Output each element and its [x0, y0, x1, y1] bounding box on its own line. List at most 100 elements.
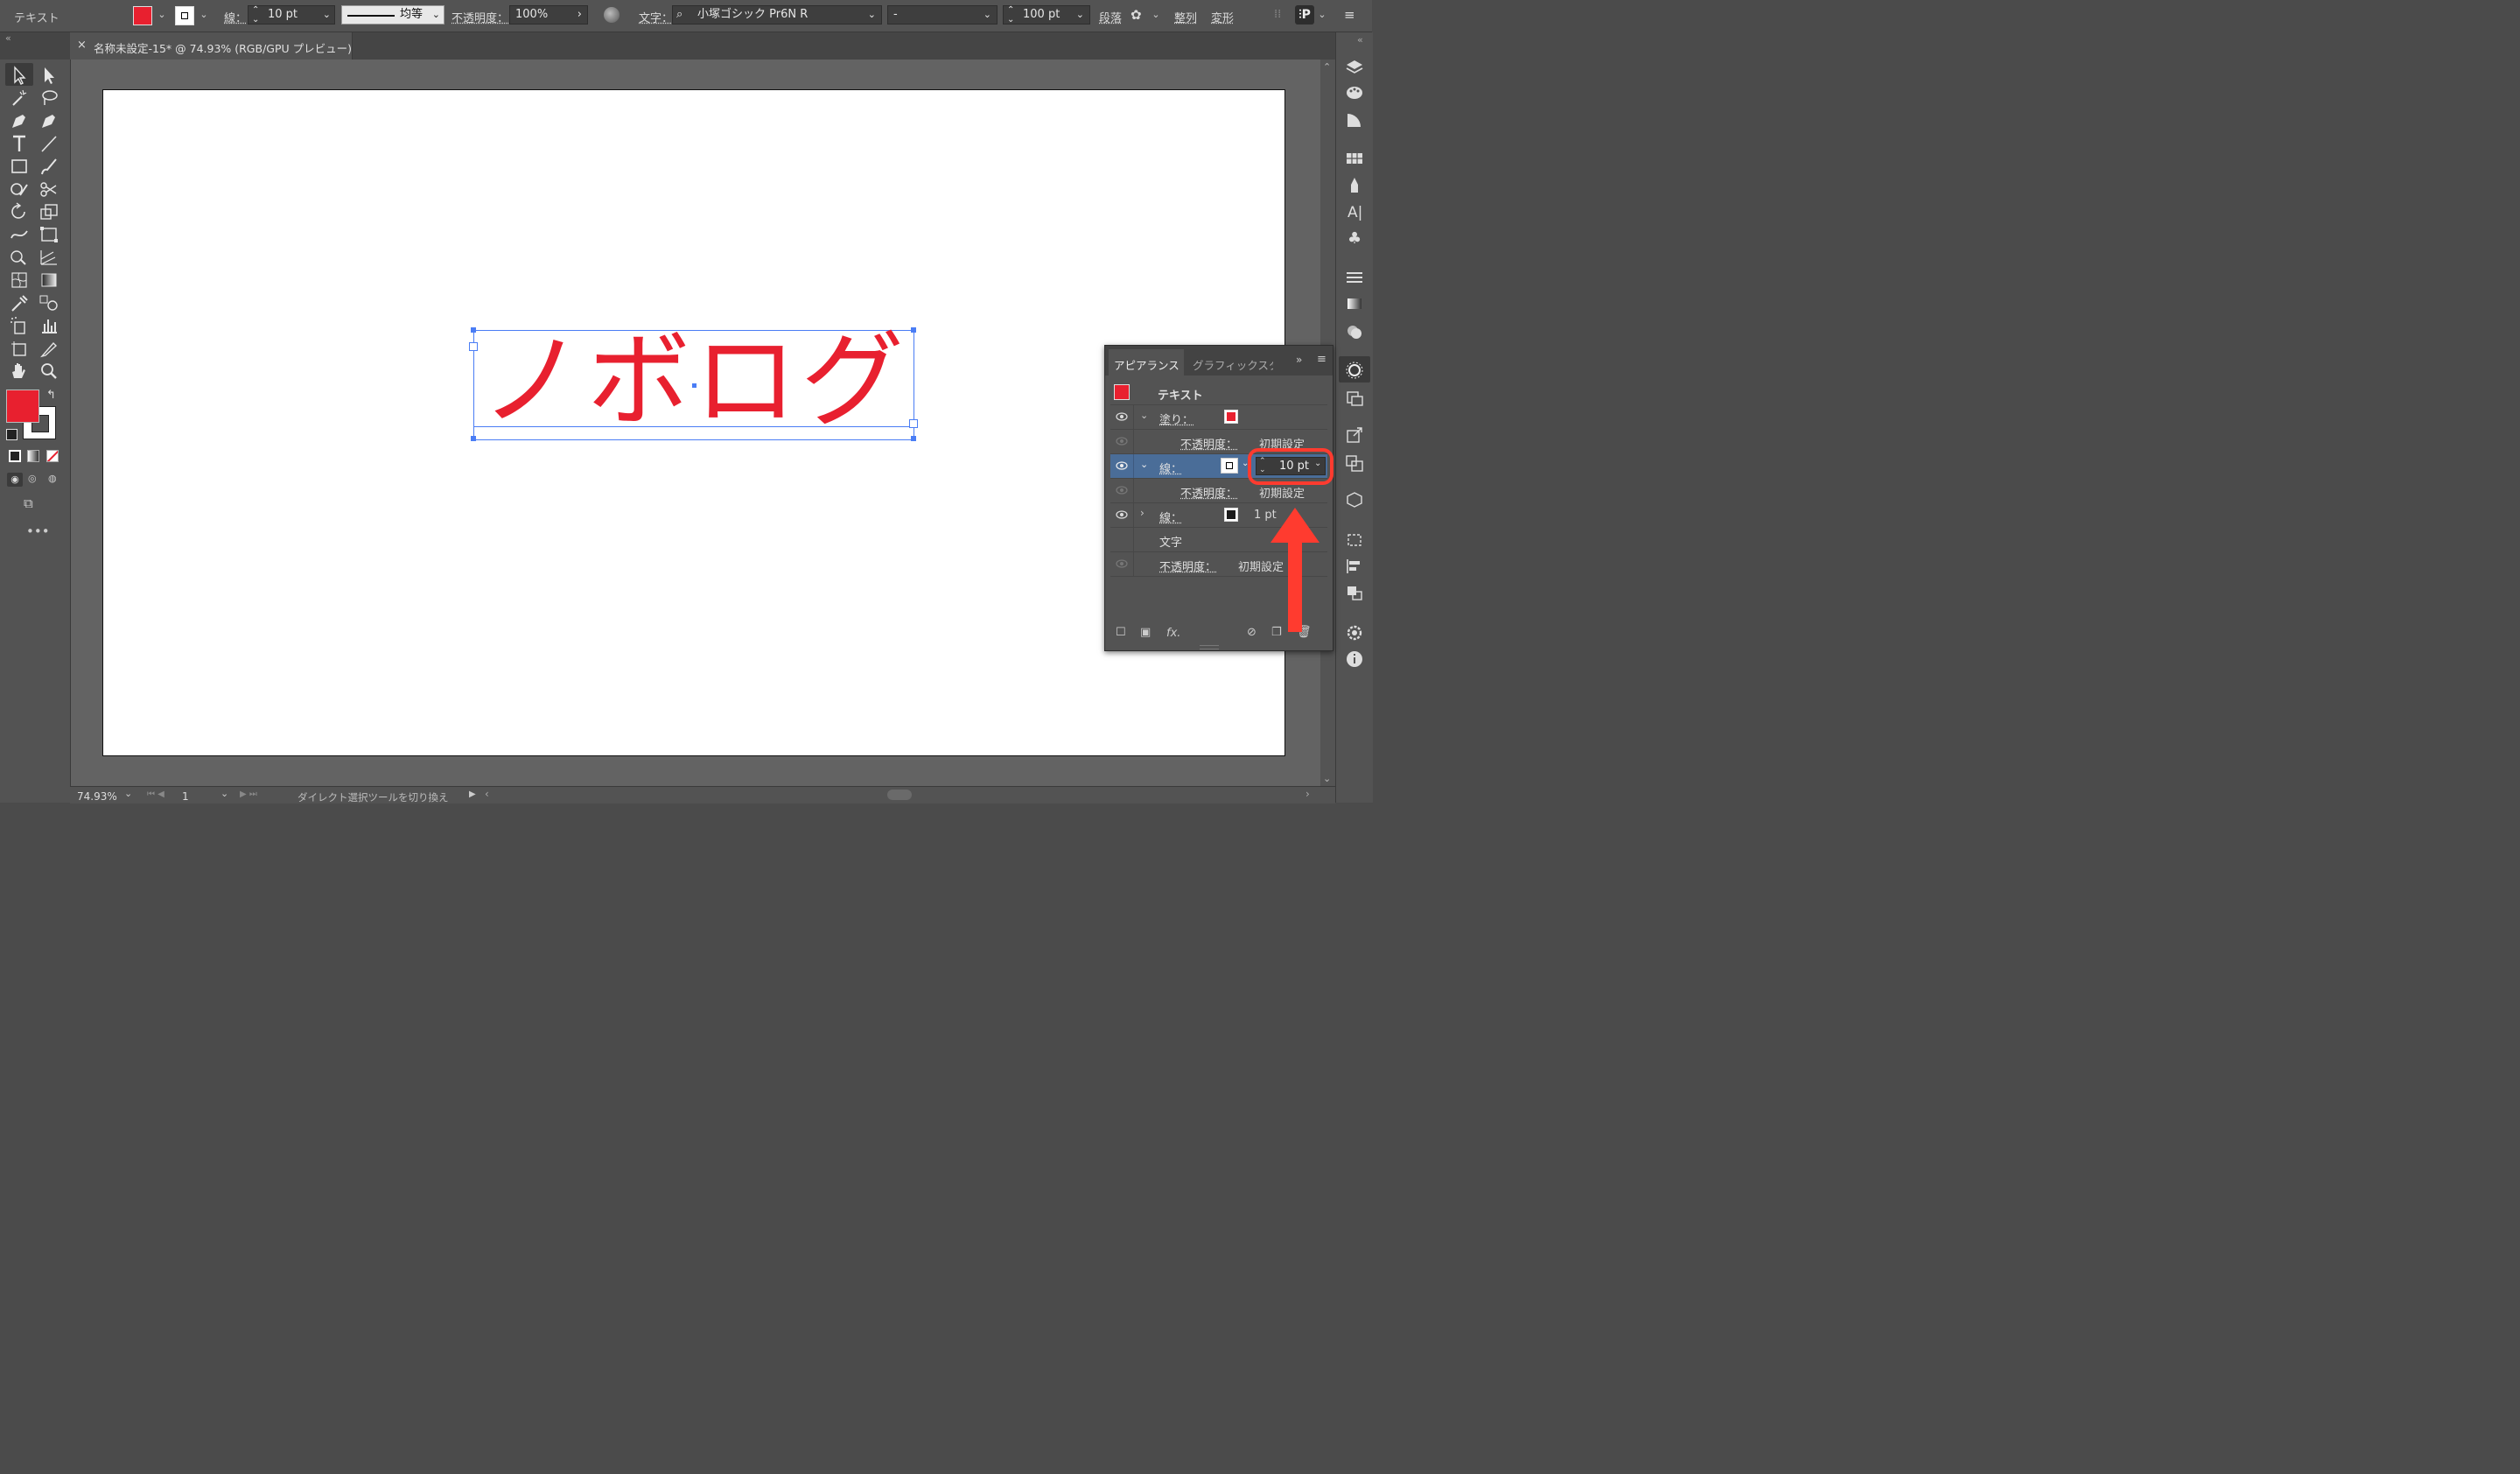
fill-color-box[interactable] [6, 390, 39, 423]
stroke-panel-icon[interactable] [1343, 267, 1366, 288]
first-artboard-icon[interactable]: ⏮ ◀ [147, 790, 164, 799]
properties-gear-icon[interactable] [1343, 622, 1366, 643]
chevron-down-icon[interactable]: ⌄ [1140, 459, 1148, 470]
magic-wand-tool-icon[interactable] [8, 88, 31, 109]
visibility-eye-icon[interactable] [1116, 559, 1128, 568]
screen-mode-icon[interactable]: ⧉ [24, 495, 33, 511]
visibility-eye-icon[interactable] [1116, 437, 1128, 446]
scissors-tool-icon[interactable] [38, 179, 60, 200]
slice-tool-icon[interactable] [38, 338, 60, 359]
arrange-panel-icon[interactable] [1343, 582, 1366, 603]
text-content[interactable]: ノボログ [473, 319, 914, 442]
document-tab[interactable]: × 名称未設定-15* @ 74.93% (RGB/GPU プレビュー) [70, 32, 353, 60]
handle-bottom-left[interactable] [471, 436, 476, 441]
paintbrush-tool-icon[interactable] [38, 156, 60, 177]
fill-opacity-label[interactable]: 不透明度： [1180, 435, 1237, 452]
chevron-down-icon[interactable]: ⌄ [323, 6, 331, 24]
collapse-dock-icon[interactable]: « [1357, 34, 1363, 46]
fill-color-chip[interactable] [1224, 410, 1238, 424]
eyedropper-tool-icon[interactable] [8, 292, 31, 313]
handle-bottom-right[interactable] [911, 436, 916, 441]
isolate-icon[interactable]: ⁞⁞ [1274, 8, 1281, 21]
transform-link[interactable]: 変形 [1211, 9, 1234, 25]
line-tool-icon[interactable] [38, 133, 60, 154]
swap-fill-stroke-icon[interactable]: ↰ [46, 389, 56, 402]
lasso-tool-icon[interactable] [38, 88, 60, 109]
width-tool-icon[interactable] [8, 224, 31, 245]
stroke-dropdown-icon[interactable]: ⌄ [198, 5, 210, 25]
draw-behind-icon[interactable]: ◎ [28, 473, 37, 484]
layers-panel-icon[interactable] [1343, 57, 1366, 78]
arrange-documents-icon[interactable]: ⫶P [1295, 5, 1314, 25]
visibility-eye-icon[interactable] [1116, 461, 1128, 470]
visibility-eye-icon[interactable] [1116, 412, 1128, 421]
font-size-field[interactable]: ⌃ ⌄ 100 pt ⌄ [1003, 5, 1090, 25]
fill-row[interactable]: ⌄ 塗り： [1110, 405, 1327, 430]
clear-appearance-icon[interactable]: ⊘ [1247, 626, 1256, 639]
appearance-panel-icon[interactable] [1343, 360, 1366, 381]
status-menu-icon[interactable]: ▶ [469, 790, 476, 799]
transparency-panel-icon[interactable] [1343, 321, 1366, 342]
fill-dropdown-icon[interactable]: ⌄ [156, 5, 168, 25]
rotate-tool-icon[interactable] [8, 201, 31, 222]
export-icon[interactable] [1343, 425, 1366, 446]
artboard-tool-icon[interactable] [8, 338, 31, 359]
chevron-down-icon[interactable]: ⌄ [432, 6, 440, 24]
chevron-down-icon[interactable]: ⌄ [1316, 5, 1328, 25]
none-mode-icon[interactable] [46, 450, 59, 462]
stepper-icon[interactable]: ⌃ ⌄ [252, 5, 259, 25]
3d-materials-icon[interactable] [1343, 489, 1366, 510]
info-panel-icon[interactable] [1343, 649, 1366, 670]
add-effect-icon[interactable]: fx. [1166, 627, 1180, 640]
align-link[interactable]: 整列 [1174, 9, 1197, 25]
paragraph-link[interactable]: 段落 [1099, 9, 1122, 25]
transform-panel-icon[interactable] [1343, 530, 1366, 551]
last-artboard-icon[interactable]: ▶ ⏭ [240, 790, 257, 799]
stroke-2-color-chip[interactable] [1224, 508, 1238, 522]
color-panel-icon[interactable] [1343, 81, 1366, 102]
add-fill-icon[interactable]: ▣ [1140, 626, 1151, 639]
scroll-down-icon[interactable]: ⌄ [1323, 773, 1331, 784]
free-transform-tool-icon[interactable] [38, 224, 60, 245]
tab-graphic-styles[interactable]: グラフィックスタ [1193, 356, 1273, 373]
default-colors-icon[interactable] [6, 429, 18, 440]
gradient-panel-icon[interactable] [1343, 293, 1366, 314]
handle-top-right[interactable] [911, 327, 916, 333]
zoom-tool-icon[interactable] [38, 361, 60, 382]
gradient-tool-icon[interactable] [38, 270, 60, 291]
graphic-styles-icon[interactable] [1343, 388, 1366, 409]
mesh-tool-icon[interactable] [8, 270, 31, 291]
appearance-header-row[interactable]: テキスト [1110, 381, 1327, 405]
chevron-down-icon[interactable]: ⌄ [868, 6, 876, 24]
stroke-weight-field[interactable]: 10 pt ⌃ ⌄ ⌄ [248, 5, 335, 25]
stroke-profile-dropdown[interactable]: 均等 ⌄ [341, 5, 444, 25]
column-graph-tool-icon[interactable] [38, 315, 60, 336]
draw-inside-icon[interactable]: ◍ [48, 473, 57, 484]
panel-menu-icon[interactable]: ≡ [1344, 7, 1355, 23]
type-in-port[interactable] [469, 342, 478, 351]
color-mode-icon[interactable] [9, 450, 21, 462]
symbols-panel-icon[interactable]: ♣ [1343, 227, 1366, 248]
shape-builder-tool-icon[interactable] [8, 247, 31, 268]
scroll-right-icon[interactable]: › [1306, 788, 1310, 800]
shaper-tool-icon[interactable] [8, 179, 31, 200]
chevron-right-icon[interactable]: › [1140, 507, 1144, 519]
chevron-right-icon[interactable]: › [578, 6, 582, 24]
chevron-down-icon[interactable]: ⌄ [220, 788, 228, 799]
object-opacity-label[interactable]: 不透明度： [1159, 558, 1216, 574]
text-object[interactable]: ノボログ [469, 320, 918, 441]
stroke-color-chip[interactable] [1221, 458, 1238, 474]
brushes-panel-icon[interactable] [1343, 174, 1366, 195]
direct-selection-tool-icon[interactable] [38, 65, 60, 86]
character-styles-icon[interactable]: A| [1343, 200, 1366, 221]
font-style-field[interactable]: - ⌄ [887, 5, 998, 25]
scroll-left-icon[interactable]: ‹ [485, 788, 489, 800]
artboard-number[interactable]: 1 [182, 790, 189, 803]
zoom-level[interactable]: 74.93% [77, 790, 117, 803]
panel-menu-icon[interactable]: ≡ [1317, 353, 1326, 366]
pathfinder-icon[interactable] [1343, 453, 1366, 474]
chevron-down-icon[interactable]: ⌄ [1140, 410, 1148, 421]
visibility-eye-icon[interactable] [1116, 486, 1128, 495]
gradient-mode-icon[interactable] [27, 450, 39, 462]
symbol-sprayer-tool-icon[interactable] [8, 315, 31, 336]
